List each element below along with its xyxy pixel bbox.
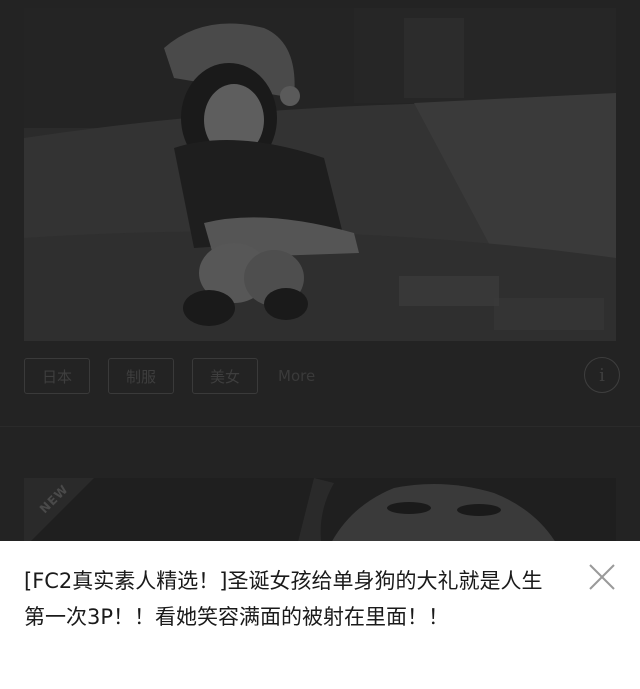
video-thumbnail-next[interactable]: NEW: [24, 478, 616, 541]
info-glyph: i: [599, 364, 605, 386]
video-feed: 日本 制服 美女 More i NEW: [0, 0, 640, 541]
divider: [0, 426, 640, 427]
more-tags-link[interactable]: More: [278, 367, 315, 385]
video-thumbnail[interactable]: [24, 8, 616, 341]
info-icon[interactable]: i: [584, 357, 620, 393]
tag-list: 日本 制服 美女 More: [24, 357, 315, 395]
tag-item[interactable]: 美女: [192, 358, 258, 394]
tag-item[interactable]: 日本: [24, 358, 90, 394]
close-icon[interactable]: [584, 559, 620, 595]
video-title: [FC2真实素人精选！]圣诞女孩给单身狗的大礼就是人生第一次3P！！看她笑容满面…: [24, 569, 543, 629]
thumbnail-image-next: [24, 478, 616, 541]
tag-item[interactable]: 制服: [108, 358, 174, 394]
close-icon-glyph: [589, 564, 615, 590]
thumbnail-image: [24, 8, 616, 341]
title-sheet: [FC2真实素人精选！]圣诞女孩给单身狗的大礼就是人生第一次3P！！看她笑容满面…: [0, 541, 640, 689]
